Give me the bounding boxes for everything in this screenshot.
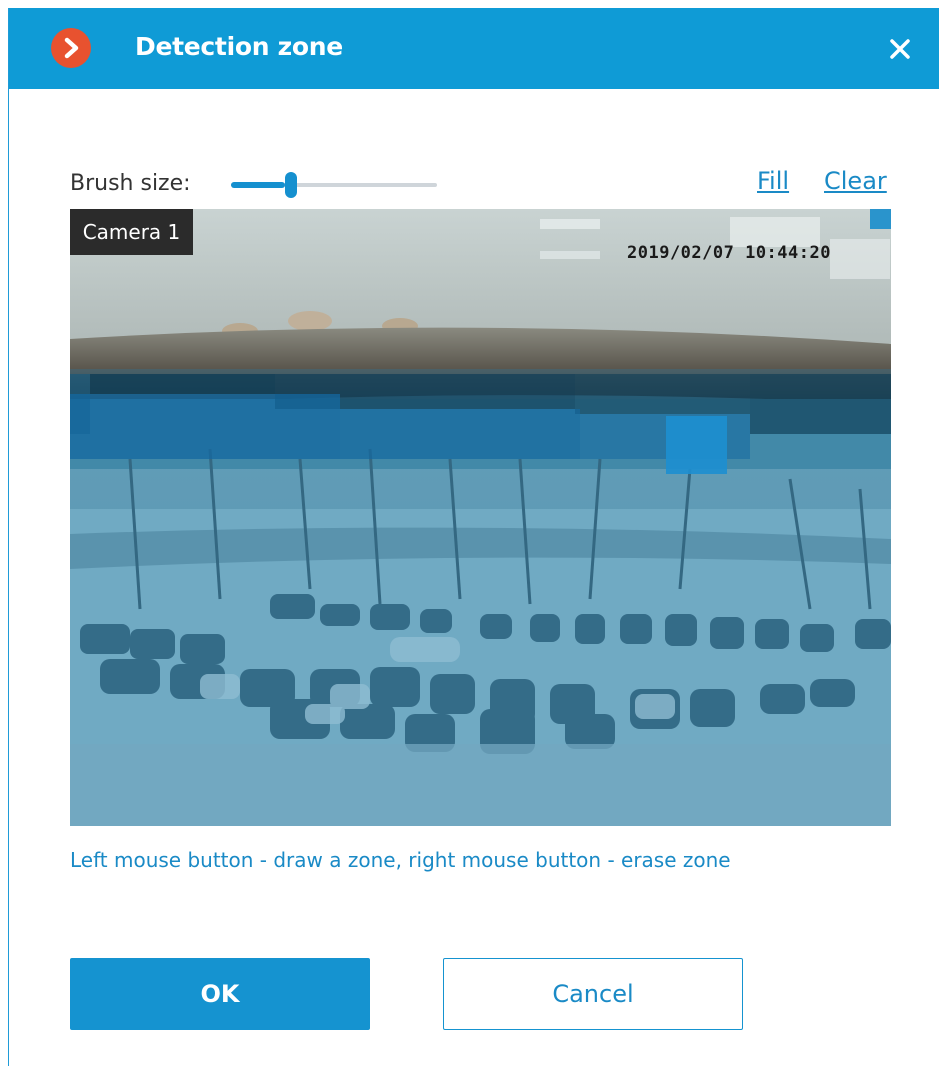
ok-button[interactable]: OK — [70, 958, 370, 1030]
fill-link[interactable]: Fill — [757, 167, 789, 195]
cancel-button[interactable]: Cancel — [443, 958, 743, 1030]
chevron-right-icon — [51, 28, 91, 68]
brush-size-slider[interactable] — [231, 172, 437, 198]
usage-hint: Left mouse button - draw a zone, right m… — [70, 848, 731, 872]
title-bar: Detection zone — [9, 8, 939, 89]
slider-fill — [231, 182, 285, 188]
camera-label: Camera 1 — [70, 209, 193, 255]
camera-timestamp: 2019/02/07 10:44:20 — [627, 243, 831, 263]
camera-view[interactable]: Camera 1 2019/02/07 10:44:20 — [70, 209, 891, 826]
brush-size-label: Brush size: — [70, 171, 191, 196]
clear-link[interactable]: Clear — [824, 167, 887, 195]
camera-image — [70, 209, 891, 826]
detection-zone-dialog: Detection zone Brush size: Fill Clear Ca… — [8, 8, 939, 1066]
slider-thumb[interactable] — [285, 172, 297, 198]
dialog-title: Detection zone — [135, 32, 343, 61]
close-icon[interactable] — [887, 36, 913, 62]
